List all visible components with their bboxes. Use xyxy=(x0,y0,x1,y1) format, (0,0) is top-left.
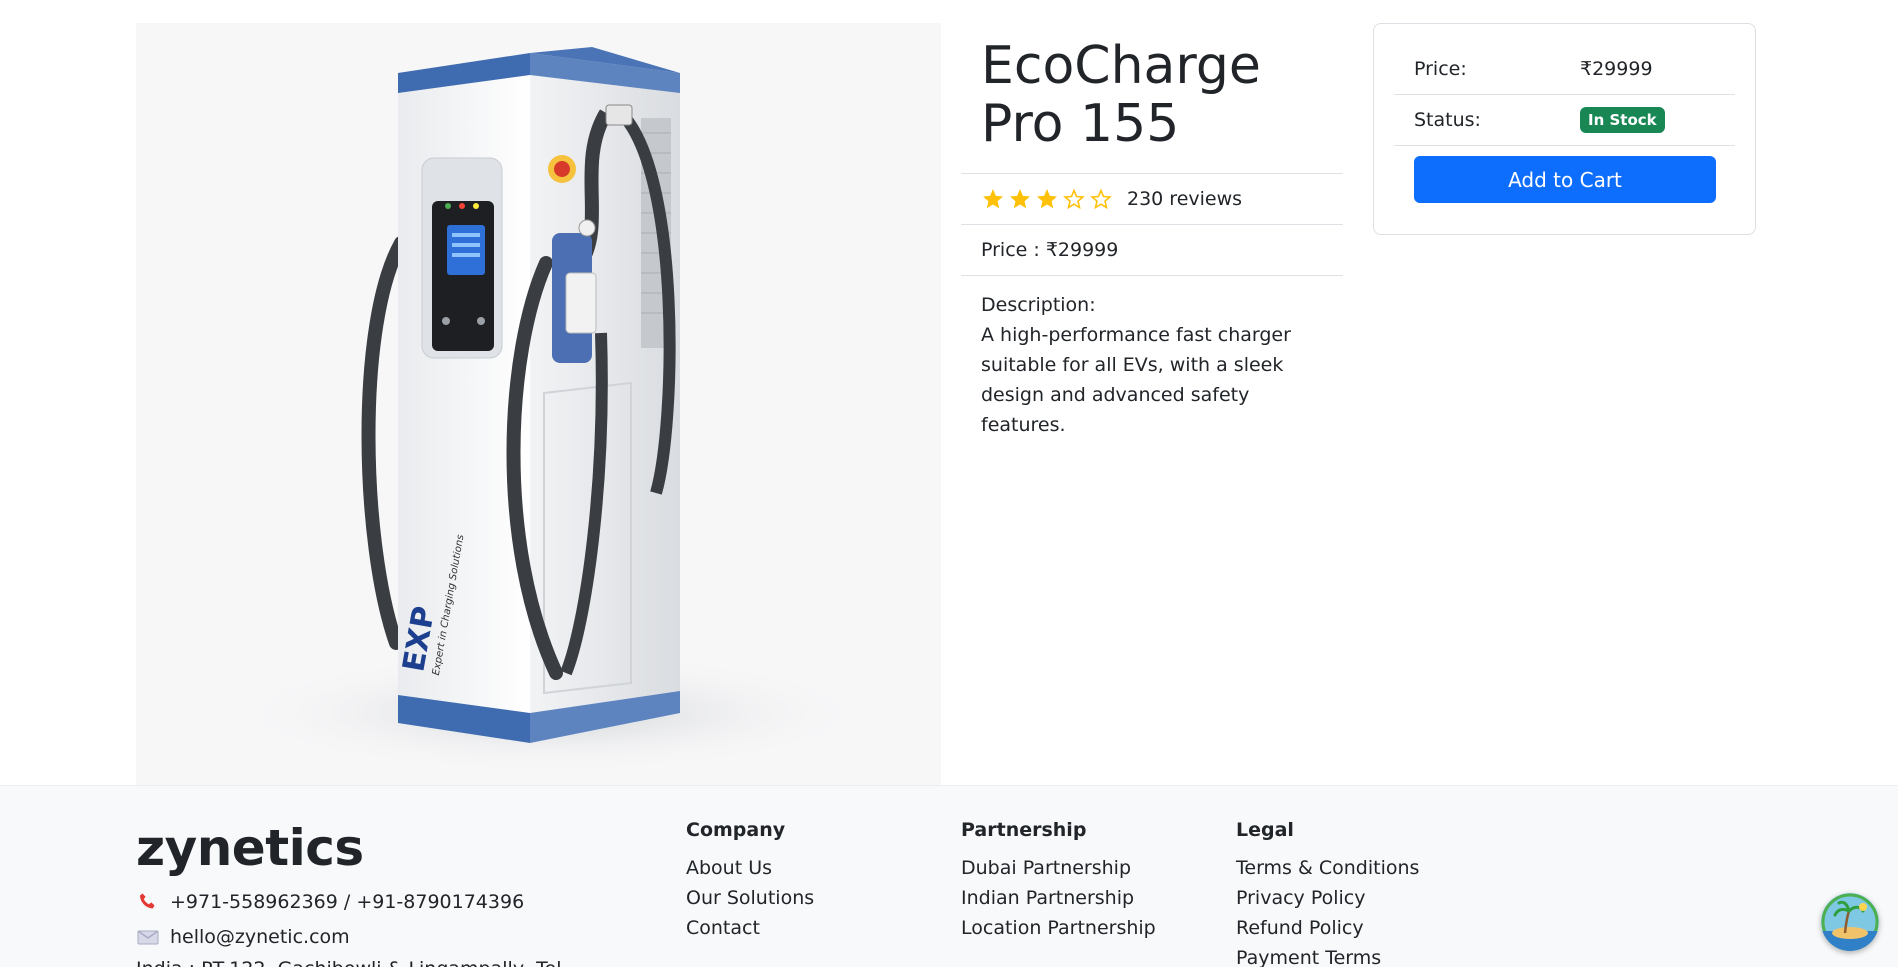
description-label: Description: xyxy=(981,294,1096,316)
footer-partnership-heading: Partnership xyxy=(961,819,1087,841)
status-badge: In Stock xyxy=(1580,107,1665,133)
star-empty-icon xyxy=(1090,188,1112,210)
price-row: Price : ₹29999 xyxy=(961,224,1343,275)
buy-box-price-value: ₹29999 xyxy=(1580,58,1653,80)
chat-assistant-button[interactable] xyxy=(1821,893,1879,951)
price-text: Price : ₹29999 xyxy=(981,239,1119,261)
star-rating xyxy=(981,187,1113,211)
buy-box-status-row: Status: In Stock xyxy=(1394,95,1735,146)
footer-link-payment-terms[interactable]: Payment Terms xyxy=(1236,943,1419,967)
footer-partnership-column: Partnership Dubai Partnership Indian Par… xyxy=(961,819,1156,943)
star-filled-icon xyxy=(983,189,1003,209)
footer-email: hello@zynetic.com xyxy=(136,925,350,949)
email-address[interactable]: hello@zynetic.com xyxy=(170,926,350,948)
footer-link-indian-partnership[interactable]: Indian Partnership xyxy=(961,883,1156,913)
star-filled-icon xyxy=(1037,189,1057,209)
product-image: EXP Expert in Charging Solutions xyxy=(136,23,941,785)
star-empty-icon xyxy=(1063,188,1085,210)
product-info: EcoCharge Pro 155 230 reviews Price : ₹2… xyxy=(961,23,1343,440)
footer-link-terms[interactable]: Terms & Conditions xyxy=(1236,853,1419,883)
add-to-cart-button[interactable]: Add to Cart xyxy=(1414,156,1716,203)
footer-link-refund[interactable]: Refund Policy xyxy=(1236,913,1419,943)
footer: zynetics +971-558962369 / +91-8790174396… xyxy=(0,785,1898,967)
rating-row: 230 reviews xyxy=(961,173,1343,224)
footer-link-our-solutions[interactable]: Our Solutions xyxy=(686,883,814,913)
footer-link-about-us[interactable]: About Us xyxy=(686,853,814,883)
footer-link-location-partnership[interactable]: Location Partnership xyxy=(961,913,1156,943)
footer-address: India : PT-122, Gachibowli & Lingampally… xyxy=(136,958,580,967)
footer-brand-logo: zynetics xyxy=(136,819,364,877)
footer-link-privacy[interactable]: Privacy Policy xyxy=(1236,883,1419,913)
footer-phone: +971-558962369 / +91-8790174396 xyxy=(136,890,524,914)
buy-box-price-label: Price: xyxy=(1414,58,1467,80)
address-text: India : PT-122, Gachibowli & Lingampally… xyxy=(136,958,580,967)
ev-charger-illustration: EXP Expert in Charging Solutions xyxy=(231,47,871,773)
footer-company-heading: Company xyxy=(686,819,786,841)
buy-box: Price: ₹29999 Status: In Stock Add to Ca… xyxy=(1373,23,1756,235)
footer-link-contact[interactable]: Contact xyxy=(686,913,814,943)
description-row: Description: A high-performance fast cha… xyxy=(961,275,1343,440)
description-text: A high-performance fast charger suitable… xyxy=(981,324,1291,436)
star-filled-icon xyxy=(1010,189,1030,209)
phone-icon xyxy=(140,893,155,909)
footer-link-dubai-partnership[interactable]: Dubai Partnership xyxy=(961,853,1156,883)
footer-company-column: Company About Us Our Solutions Contact xyxy=(686,819,814,943)
footer-legal-column: Legal Terms & Conditions Privacy Policy … xyxy=(1236,819,1419,967)
buy-box-price-row: Price: ₹29999 xyxy=(1394,44,1735,95)
phone-numbers: +971-558962369 / +91-8790174396 xyxy=(170,891,525,913)
product-title: EcoCharge Pro 155 xyxy=(981,36,1261,154)
tropical-island-icon xyxy=(1821,893,1879,951)
footer-legal-heading: Legal xyxy=(1236,819,1294,841)
envelope-icon xyxy=(137,930,159,945)
buy-box-status-label: Status: xyxy=(1414,109,1481,131)
reviews-count: 230 reviews xyxy=(1127,188,1243,210)
